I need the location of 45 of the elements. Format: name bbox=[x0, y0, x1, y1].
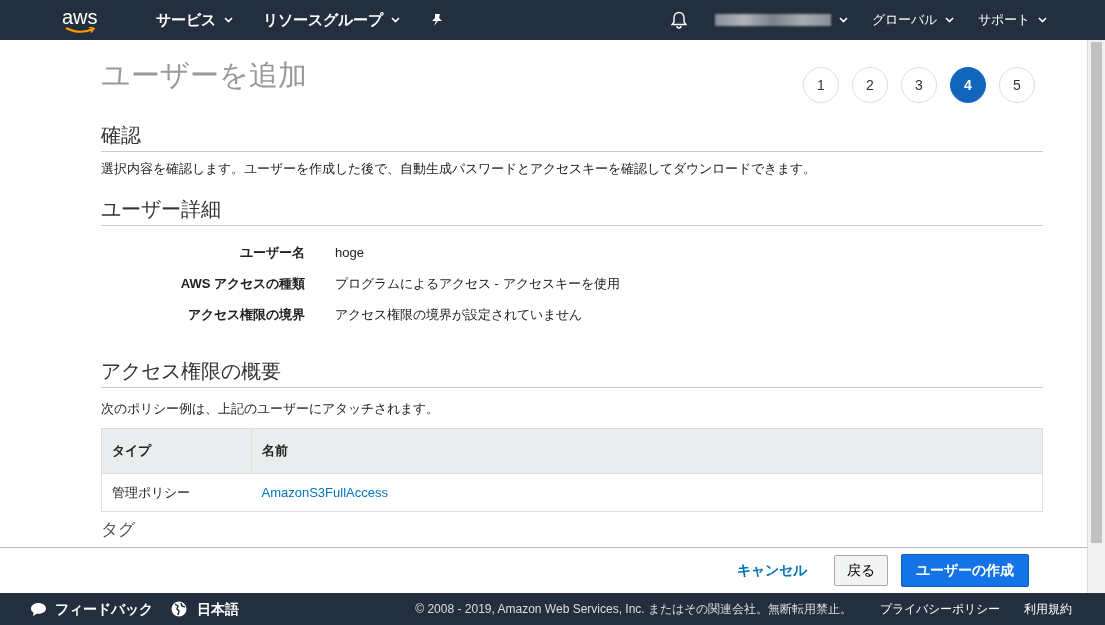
detail-value: プログラムによるアクセス - アクセスキーを使用 bbox=[335, 275, 620, 294]
caret-icon bbox=[390, 17, 400, 23]
caret-icon bbox=[223, 17, 233, 23]
globe-icon bbox=[171, 601, 187, 617]
back-button[interactable]: 戻る bbox=[834, 555, 888, 586]
table-cell: 管理ポリシー bbox=[101, 473, 252, 512]
region-menu[interactable]: グローバル bbox=[872, 10, 954, 30]
detail-label: ユーザー名 bbox=[239, 244, 306, 263]
region-menu[interactable]: サポート bbox=[978, 10, 1047, 30]
services-menu[interactable]: リソースグループ bbox=[262, 8, 400, 32]
scrollbar[interactable] bbox=[1088, 40, 1105, 593]
detail-value: hoge bbox=[335, 244, 364, 263]
step-indicator[interactable]: 1 bbox=[803, 67, 839, 103]
smile-arrow-icon bbox=[64, 26, 95, 34]
create-user-button[interactable]: ユーザーの作成 bbox=[901, 554, 1029, 587]
speech-bubble-icon bbox=[30, 601, 47, 617]
aws-logo[interactable]: aws bbox=[62, 6, 98, 34]
footer-link[interactable]: プライバシーポリシー bbox=[880, 600, 1000, 618]
caret-icon bbox=[945, 17, 954, 23]
detail-value: アクセス権限の境界が設定されていません bbox=[335, 306, 582, 325]
cancel-button[interactable]: キャンセル bbox=[731, 559, 813, 582]
services-menu[interactable]: サービス bbox=[155, 8, 233, 32]
section-heading: アクセス権限の概要 bbox=[101, 358, 1043, 388]
step-indicator[interactable]: 3 bbox=[901, 67, 937, 103]
section-heading: ユーザー詳細 bbox=[101, 196, 1043, 226]
page-title: ユーザーを追加 bbox=[101, 58, 307, 93]
feedback-button[interactable]: フィードバック bbox=[30, 598, 153, 620]
column-header: タイプ bbox=[101, 428, 252, 473]
policy-link[interactable]: AmazonS3FullAccess bbox=[261, 484, 388, 500]
bell-icon[interactable] bbox=[671, 11, 687, 29]
step-indicator[interactable]: 5 bbox=[999, 67, 1035, 103]
caret-icon bbox=[839, 17, 848, 23]
description-text: 選択内容を確認します。ユーザーを作成した後で、自動生成パスワードとアクセスキーを確認してダウンロードできます。 bbox=[101, 160, 817, 178]
caret-icon bbox=[1038, 17, 1047, 23]
detail-label: アクセス権限の境界 bbox=[187, 306, 306, 325]
step-indicator[interactable]: 4 bbox=[950, 67, 986, 103]
step-indicator[interactable]: 2 bbox=[852, 67, 888, 103]
description-text: 次のポリシー例は、上記のユーザーにアタッチされます。 bbox=[101, 399, 440, 418]
detail-label: AWS アクセスの種類 bbox=[179, 275, 306, 294]
footer-link[interactable]: 利用規約 bbox=[1024, 600, 1072, 618]
section-heading: 確認 bbox=[101, 123, 1043, 152]
copyright-text: © 2008 - 2019, Amazon Web Services, Inc. またはその関連会社。無断転用禁止。 bbox=[415, 601, 852, 618]
section-heading: タグ bbox=[101, 520, 136, 541]
column-header: 名前 bbox=[251, 428, 1043, 473]
language-button[interactable]: 日本語 bbox=[171, 598, 239, 620]
